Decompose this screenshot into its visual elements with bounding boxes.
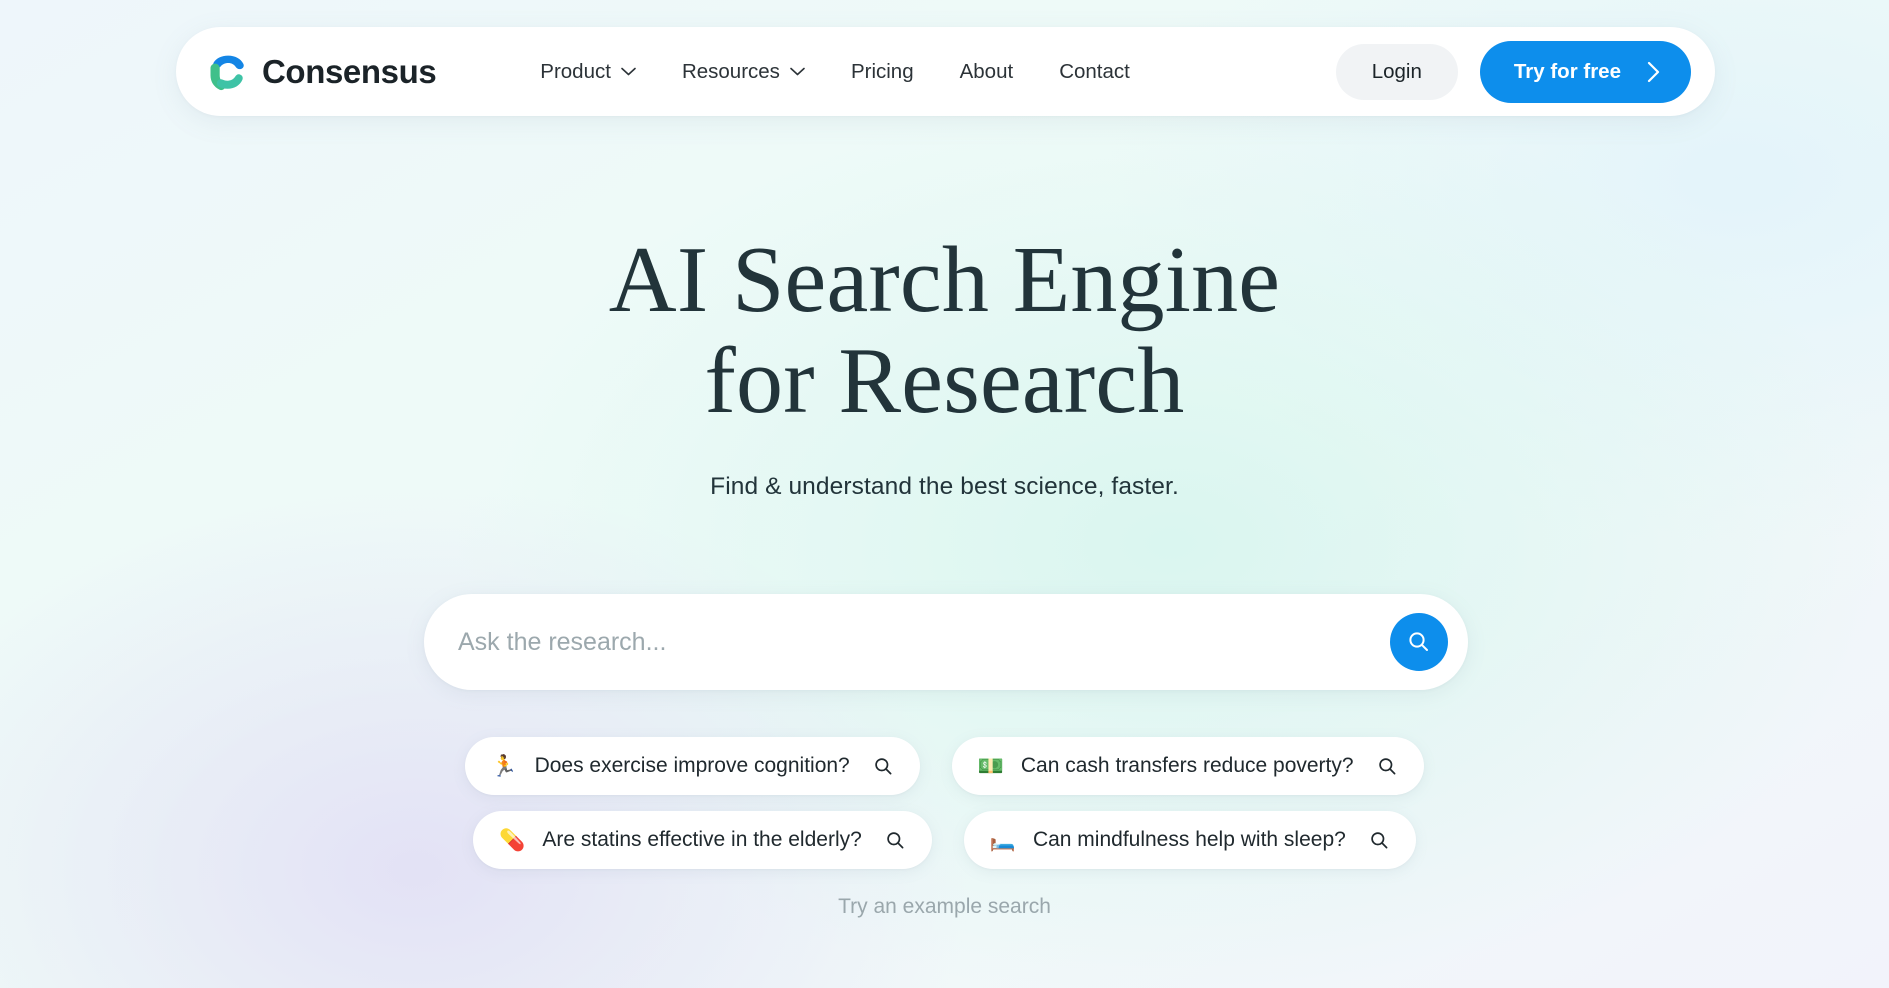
search-icon xyxy=(874,757,892,774)
search-icon xyxy=(887,831,904,848)
page-title-line-1: AI Search Engine xyxy=(608,228,1281,332)
suggestion-chip-mindfulness-sleep[interactable]: 🛏️ Can mindfulness help with sleep? xyxy=(963,811,1416,869)
page-subtitle: Find & understand the best science, fast… xyxy=(710,473,1179,501)
nav-actions: Login Try for free xyxy=(1335,40,1691,103)
nav-item-product-label: Product xyxy=(540,59,611,83)
suggestion-row: 💊 Are statins effective in the elderly? … xyxy=(473,811,1416,869)
page-title: AI Search Engine for Research xyxy=(0,230,1889,431)
search-box[interactable] xyxy=(424,594,1468,690)
chevron-right-icon xyxy=(1647,61,1660,82)
nav-item-resources[interactable]: Resources xyxy=(666,50,821,94)
search-submit-button[interactable] xyxy=(1390,613,1448,671)
try-for-free-button[interactable]: Try for free xyxy=(1479,40,1691,103)
navbar: Consensus Product Resources Pricing Abou… xyxy=(176,27,1715,116)
suggestion-chip-label: Are statins effective in the elderly? xyxy=(542,828,862,851)
nav-item-contact-label: Contact xyxy=(1059,59,1130,83)
nav-item-pricing-label: Pricing xyxy=(850,59,914,83)
consensus-c-logo-icon xyxy=(210,55,244,90)
brand-name: Consensus xyxy=(262,53,437,90)
page-title-line-2: for Research xyxy=(704,328,1185,433)
nav-item-product[interactable]: Product xyxy=(524,50,652,94)
suggestion-row: 🏃 Does exercise improve cognition? 💵 Can… xyxy=(465,737,1424,795)
suggestion-chips: 🏃 Does exercise improve cognition? 💵 Can… xyxy=(0,737,1889,869)
search-input[interactable] xyxy=(458,594,1390,690)
login-button[interactable]: Login xyxy=(1335,43,1458,100)
nav-item-resources-label: Resources xyxy=(681,59,780,83)
try-an-example-search-link[interactable]: Try an example search xyxy=(0,895,1889,919)
nav-item-contact[interactable]: Contact xyxy=(1043,50,1146,94)
suggestion-chip-label: Can cash transfers reduce poverty? xyxy=(1020,754,1354,777)
search-icon xyxy=(1371,831,1388,848)
brand-logo-link[interactable]: Consensus xyxy=(206,50,437,94)
hero-section: AI Search Engine for Research Find & und… xyxy=(0,230,1889,501)
suggestion-chip-exercise-cognition[interactable]: 🏃 Does exercise improve cognition? xyxy=(465,737,920,795)
suggestion-chip-label: Can mindfulness help with sleep? xyxy=(1032,828,1346,851)
banknote-emoji: 💵 xyxy=(977,754,1004,778)
runner-emoji: 🏃 xyxy=(491,754,518,778)
nav-item-about[interactable]: About xyxy=(944,50,1030,94)
search-section xyxy=(424,594,1468,690)
bed-emoji: 🛏️ xyxy=(989,828,1016,852)
suggestion-chip-statins-elderly[interactable]: 💊 Are statins effective in the elderly? xyxy=(473,811,932,869)
search-icon xyxy=(1378,757,1396,774)
search-icon xyxy=(1409,632,1428,651)
try-for-free-label: Try for free xyxy=(1513,59,1621,83)
nav-item-about-label: About xyxy=(959,59,1014,83)
header-bar: Consensus Product Resources Pricing Abou… xyxy=(176,27,1715,116)
chevron-down-icon xyxy=(621,67,636,76)
chevron-down-icon xyxy=(790,67,805,76)
nav-links: Product Resources Pricing About Contact xyxy=(524,50,1146,94)
suggestion-chip-cash-transfers-poverty[interactable]: 💵 Can cash transfers reduce poverty? xyxy=(951,737,1424,795)
pill-emoji: 💊 xyxy=(499,828,526,852)
suggestion-chip-label: Does exercise improve cognition? xyxy=(534,754,850,777)
nav-item-pricing[interactable]: Pricing xyxy=(835,50,930,94)
